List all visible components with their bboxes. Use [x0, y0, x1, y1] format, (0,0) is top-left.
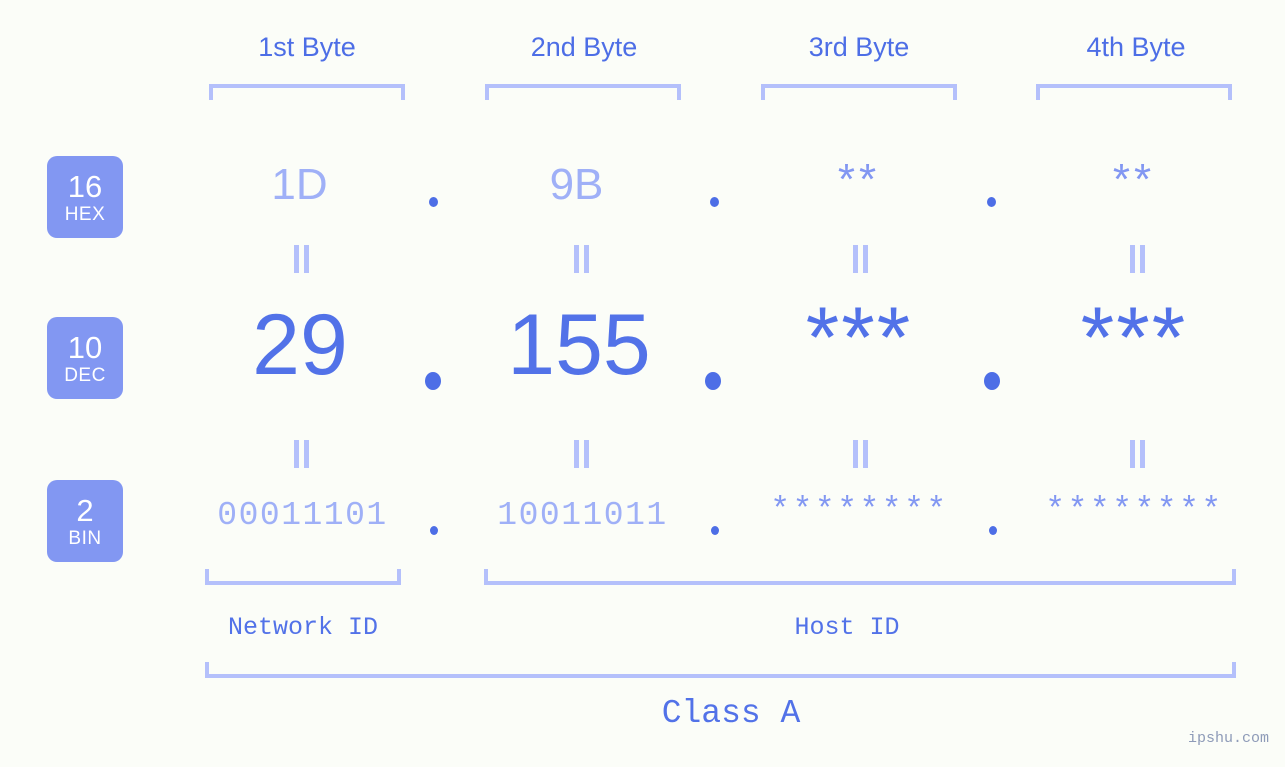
network-id-bracket — [205, 569, 401, 585]
dec-byte-4: *** — [1080, 290, 1188, 386]
host-id-label: Host ID — [794, 613, 900, 642]
watermark: ipshu.com — [1187, 730, 1269, 747]
bin-separator-3 — [989, 526, 997, 535]
network-id-label: Network ID — [227, 613, 379, 642]
host-id-bracket — [484, 569, 1236, 585]
byte-header-2: 2nd Byte — [530, 32, 638, 62]
radix-badge-hex-base: 16 — [67, 168, 103, 204]
radix-badge-hex-label: HEX — [64, 203, 106, 225]
equals-mark-dec-bin-1 — [292, 440, 310, 468]
bin-byte-3: ******** — [770, 492, 949, 529]
class-label: Class A — [661, 695, 801, 732]
hex-byte-2: 9B — [549, 160, 604, 209]
ip-address-breakdown-diagram: 1st Byte 2nd Byte 3rd Byte 4th Byte 16 H… — [0, 0, 1285, 767]
byte-bracket-3 — [761, 84, 957, 100]
dec-byte-2: 155 — [507, 297, 651, 393]
equals-mark-dec-bin-3 — [851, 440, 869, 468]
hex-byte-4: ** — [1112, 155, 1156, 204]
hex-separator-1 — [429, 197, 438, 207]
bin-separator-1 — [430, 526, 438, 535]
byte-bracket-1 — [209, 84, 405, 100]
class-bracket — [205, 662, 1236, 678]
dec-byte-1: 29 — [252, 297, 348, 393]
bin-byte-1: 00011101 — [217, 497, 388, 534]
radix-badge-hex: 16 HEX — [47, 156, 123, 238]
dec-separator-1 — [425, 372, 441, 390]
hex-byte-3: ** — [837, 155, 881, 204]
equals-mark-hex-dec-2 — [572, 245, 590, 273]
hex-separator-2 — [710, 197, 719, 207]
equals-mark-dec-bin-4 — [1128, 440, 1146, 468]
equals-mark-hex-dec-1 — [292, 245, 310, 273]
dec-separator-2 — [705, 372, 721, 390]
hex-separator-3 — [987, 197, 996, 207]
dec-byte-3: *** — [805, 290, 913, 386]
byte-header-4: 4th Byte — [1086, 32, 1186, 62]
radix-badge-bin-label: BIN — [68, 527, 102, 549]
hex-byte-1: 1D — [271, 160, 328, 209]
bin-byte-4: ******** — [1045, 492, 1224, 529]
radix-badge-bin-base: 2 — [76, 492, 94, 528]
byte-bracket-2 — [485, 84, 681, 100]
radix-badge-dec-label: DEC — [64, 364, 106, 386]
bin-byte-2: 10011011 — [497, 497, 668, 534]
equals-mark-hex-dec-3 — [851, 245, 869, 273]
bin-separator-2 — [711, 526, 719, 535]
equals-mark-hex-dec-4 — [1128, 245, 1146, 273]
dec-separator-3 — [984, 372, 1000, 390]
equals-mark-dec-bin-2 — [572, 440, 590, 468]
radix-badge-dec: 10 DEC — [47, 317, 123, 399]
radix-badge-dec-base: 10 — [67, 329, 103, 365]
byte-bracket-4 — [1036, 84, 1232, 100]
radix-badge-bin: 2 BIN — [47, 480, 123, 562]
byte-header-1: 1st Byte — [258, 32, 356, 62]
byte-header-3: 3rd Byte — [808, 32, 910, 62]
